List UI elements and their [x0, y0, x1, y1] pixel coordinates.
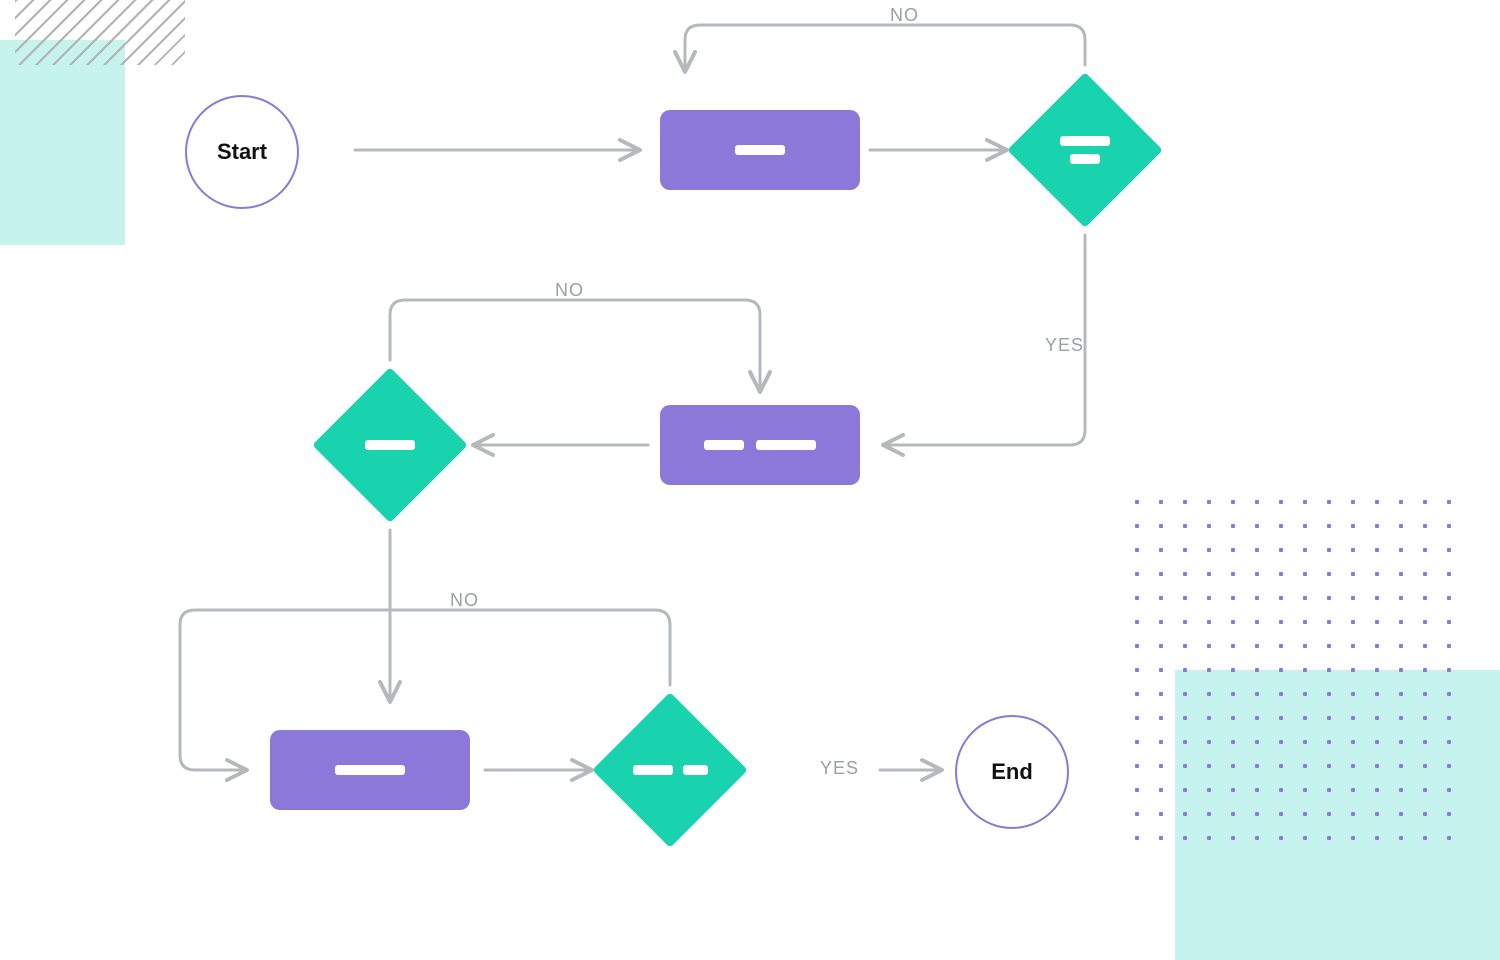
edge-label-no-3: NO	[450, 590, 479, 611]
edge-label-no-2: NO	[555, 280, 584, 301]
decision-2	[310, 365, 470, 525]
terminator-end-label: End	[991, 759, 1033, 785]
decision-content	[365, 440, 415, 450]
process-1	[660, 110, 860, 190]
process-2	[660, 405, 860, 485]
terminator-start: Start	[185, 95, 299, 209]
decision-bar	[1060, 136, 1110, 146]
process-bar	[756, 440, 816, 450]
edge-decision1-no	[685, 25, 1085, 70]
decision-bar	[1070, 154, 1100, 164]
decision-bar	[683, 765, 708, 775]
decision-bar	[365, 440, 415, 450]
decor-dots-bottom-right	[1125, 490, 1470, 860]
process-bar	[335, 765, 405, 775]
edge-label-yes-1: YES	[1045, 335, 1084, 356]
process-bar	[704, 440, 744, 450]
decision-content	[633, 765, 708, 775]
process-3	[270, 730, 470, 810]
edge-label-yes-3: YES	[820, 758, 859, 779]
decor-rectangle-top-left	[0, 40, 125, 245]
terminator-start-label: Start	[217, 139, 267, 165]
edge-label-no-1: NO	[890, 5, 919, 26]
decision-3	[590, 690, 750, 850]
flowchart-canvas: Start End NO YES NO NO YES	[0, 0, 1500, 960]
decor-stripes-top-left	[15, 0, 185, 65]
decision-bar	[633, 765, 673, 775]
process-bar	[735, 145, 785, 155]
decision-1	[1005, 70, 1165, 230]
terminator-end: End	[955, 715, 1069, 829]
decision-content	[1060, 136, 1110, 164]
